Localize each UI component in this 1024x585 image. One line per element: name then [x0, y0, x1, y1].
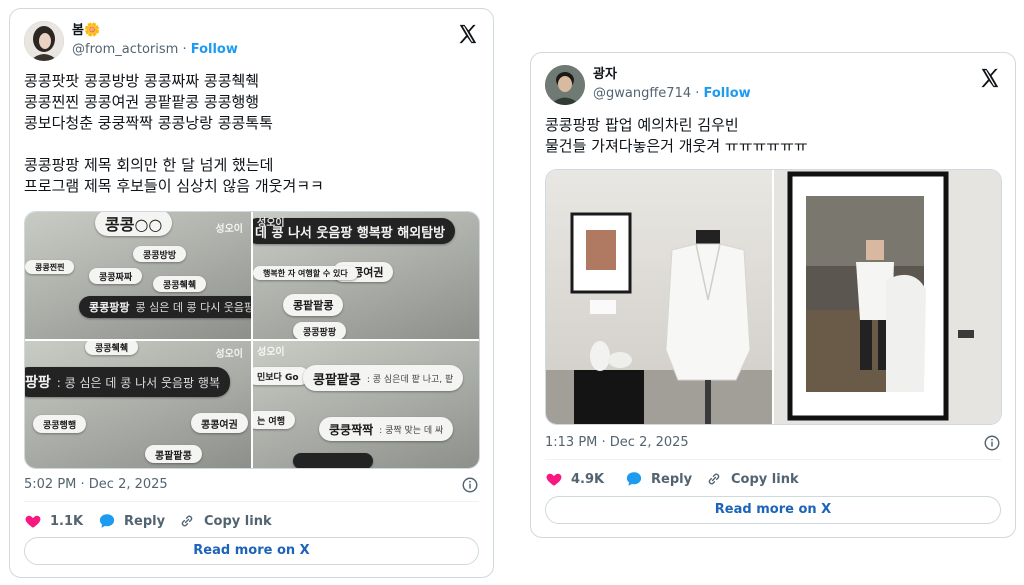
watermark: 성오이 [257, 347, 285, 358]
avatar[interactable] [545, 65, 585, 105]
reply-button[interactable]: Reply [98, 509, 165, 533]
copy-link-label: Copy link [731, 471, 799, 487]
info-icon[interactable] [983, 434, 1001, 452]
action-bar: 4.9K Reply Copy link [545, 467, 1001, 491]
watermark: 성오이 [215, 224, 243, 235]
separator-dot: · [695, 86, 704, 101]
user-handle[interactable]: @from_actorism [72, 42, 178, 57]
copy-link-button[interactable]: Copy link [705, 467, 799, 491]
reply-label: Reply [651, 471, 693, 487]
like-count: 1.1K [50, 513, 84, 529]
user-handle[interactable]: @gwangffe714 [593, 86, 691, 101]
like-button[interactable]: 4.9K [545, 467, 604, 491]
sign-desc: : 쿵짝 맞는 데 싸 [379, 425, 444, 436]
sign: 콩콩팡팡 콩 심은 데 콩 다시 웃음팡 [79, 296, 251, 318]
sign: 콩콩○○ [95, 212, 173, 236]
media-grid[interactable] [545, 169, 1002, 425]
sign-title: 콩팥팥콩 [313, 372, 361, 388]
sign: 팡팡 : 콩 심은 데 콩 나서 웃음팡 행복 [25, 367, 230, 397]
display-name[interactable]: 봄 [72, 23, 84, 38]
sign: 콩콩찐찐 [25, 260, 75, 274]
watermark: 성오이 [257, 218, 285, 229]
reply-button[interactable]: Reply [625, 467, 692, 491]
read-more-button[interactable]: Read more on X [24, 537, 479, 565]
action-bar: 1.1K Reply Copy link [24, 509, 479, 533]
tweet-text: 콩콩팡팡 팝업 예의차린 김우빈 물건들 가져다놓은거 개웃겨 ㅠㅠㅠㅠㅠㅠ [545, 116, 808, 155]
divider [24, 501, 479, 502]
tweet-text: 콩콩팟팟 콩콩방방 콩콩짜짜 콩콩췍췍 콩콩찐찐 콩콩여권 콩팥팥콩 콩콩행행 … [24, 72, 324, 195]
sign: 콩콩방방 [133, 246, 187, 262]
sign: 콩콩췍췍 [85, 341, 139, 355]
follow-button[interactable]: Follow [704, 86, 751, 101]
sign-desc: : 콩 심은 데 콩 나서 웃음팡 행복 [56, 375, 220, 390]
flower-emoji: 🌼 [83, 23, 101, 38]
sign-title: 콩콩팡팡 [89, 301, 130, 314]
sign-title: 쿵쿵짝짝 [329, 422, 374, 437]
divider [545, 459, 1001, 460]
media-image-4[interactable]: 민보다 Go 콩팥팥콩 : 콩 심은데 팥 나고, 팥 는 여행 쿵쿵짝짝 : … [253, 341, 479, 468]
media-image-3[interactable]: 콩콩췍췍 팡팡 : 콩 심은 데 콩 나서 웃음팡 행복 콩콩행행 콩콩여권 콩… [25, 341, 251, 468]
heart-icon [25, 515, 41, 528]
sign: 콩콩췍췍 [153, 276, 207, 292]
sign: 쿵쿵짝짝 : 쿵짝 맞는 데 싸 [319, 417, 454, 441]
sign: 콩팥팥콩 : 콩 심은데 팥 나고, 팥 [303, 365, 464, 391]
info-icon[interactable] [461, 476, 479, 494]
media-image-1[interactable]: 콩콩○○ 콩콩방방 콩콩짜짜 콩콩찐찐 콩콩췍췍 콩콩팡팡 콩 심은 데 콩 다… [25, 212, 251, 339]
sign: 는 여행 [253, 411, 295, 429]
sign-desc: : 콩 심은데 팥 나고, 팥 [366, 374, 454, 385]
media-image-1[interactable] [546, 170, 772, 424]
separator-dot: · [182, 42, 191, 57]
exhibit-portrait-photo [774, 170, 1001, 424]
copy-link-label: Copy link [204, 513, 272, 529]
tweet-header: 광자 @gwangffe714 · Follow [545, 65, 1001, 109]
like-button[interactable]: 1.1K [24, 509, 83, 533]
reply-icon [99, 514, 115, 528]
avatar[interactable] [24, 21, 64, 61]
tweet-card-1[interactable]: 봄🌼 @from_actorism · Follow 콩콩팟팟 콩콩방방 콩콩짜… [9, 8, 494, 578]
timestamp-row: 1:13 PM · Dec 2, 2025 [545, 433, 1001, 453]
reply-icon [626, 472, 642, 486]
read-more-button[interactable]: Read more on X [545, 496, 1001, 524]
tweet-card-2[interactable]: 광자 @gwangffe714 · Follow 콩콩팡팡 팝업 예의차린 김우… [530, 52, 1016, 538]
reply-label: Reply [124, 513, 166, 529]
link-icon [708, 473, 720, 485]
heart-icon [546, 473, 562, 486]
exhibit-jacket-photo [546, 170, 772, 424]
sign: 콩콩행행 [33, 415, 87, 433]
sign: 콩콩팡팡 [293, 322, 347, 339]
avatar-photo [24, 21, 64, 61]
watermark: 성오이 [215, 349, 243, 360]
sign: 민보다 Go [253, 367, 309, 385]
link-icon [181, 515, 193, 527]
sign-title: 팡팡 [25, 375, 51, 391]
sign: 콩콩여권 [191, 413, 248, 433]
avatar-photo [545, 65, 585, 105]
x-logo-icon[interactable] [979, 67, 1001, 89]
timestamp[interactable]: 1:13 PM · Dec 2, 2025 [545, 435, 689, 450]
sign: 콩팥팥콩 [145, 445, 202, 463]
media-image-2[interactable] [774, 170, 1001, 424]
follow-button[interactable]: Follow [191, 42, 238, 57]
timestamp-row: 5:02 PM · Dec 2, 2025 [24, 475, 479, 495]
sign: 콩콩짜짜 [89, 268, 143, 284]
media-image-2[interactable]: 데 콩 나서 웃음팡 행복팡 해외탐방 콩콩여권 행복한 자 여행할 수 있다 … [253, 212, 479, 339]
display-name[interactable]: 광자 [593, 66, 751, 84]
media-grid[interactable]: 콩콩○○ 콩콩방방 콩콩짜짜 콩콩찐찐 콩콩췍췍 콩콩팡팡 콩 심은 데 콩 다… [24, 211, 480, 469]
x-logo-icon[interactable] [457, 23, 479, 45]
tweet-header: 봄🌼 @from_actorism · Follow [24, 21, 479, 65]
sign-partial [293, 453, 373, 468]
sign: 행복한 자 여행할 수 있다 [253, 266, 358, 280]
copy-link-button[interactable]: Copy link [178, 509, 272, 533]
sign: 콩팥팥콩 [283, 294, 344, 316]
sign-desc: 콩 심은 데 콩 다시 웃음팡 [135, 301, 251, 314]
like-count: 4.9K [571, 471, 605, 487]
timestamp[interactable]: 5:02 PM · Dec 2, 2025 [24, 477, 168, 492]
